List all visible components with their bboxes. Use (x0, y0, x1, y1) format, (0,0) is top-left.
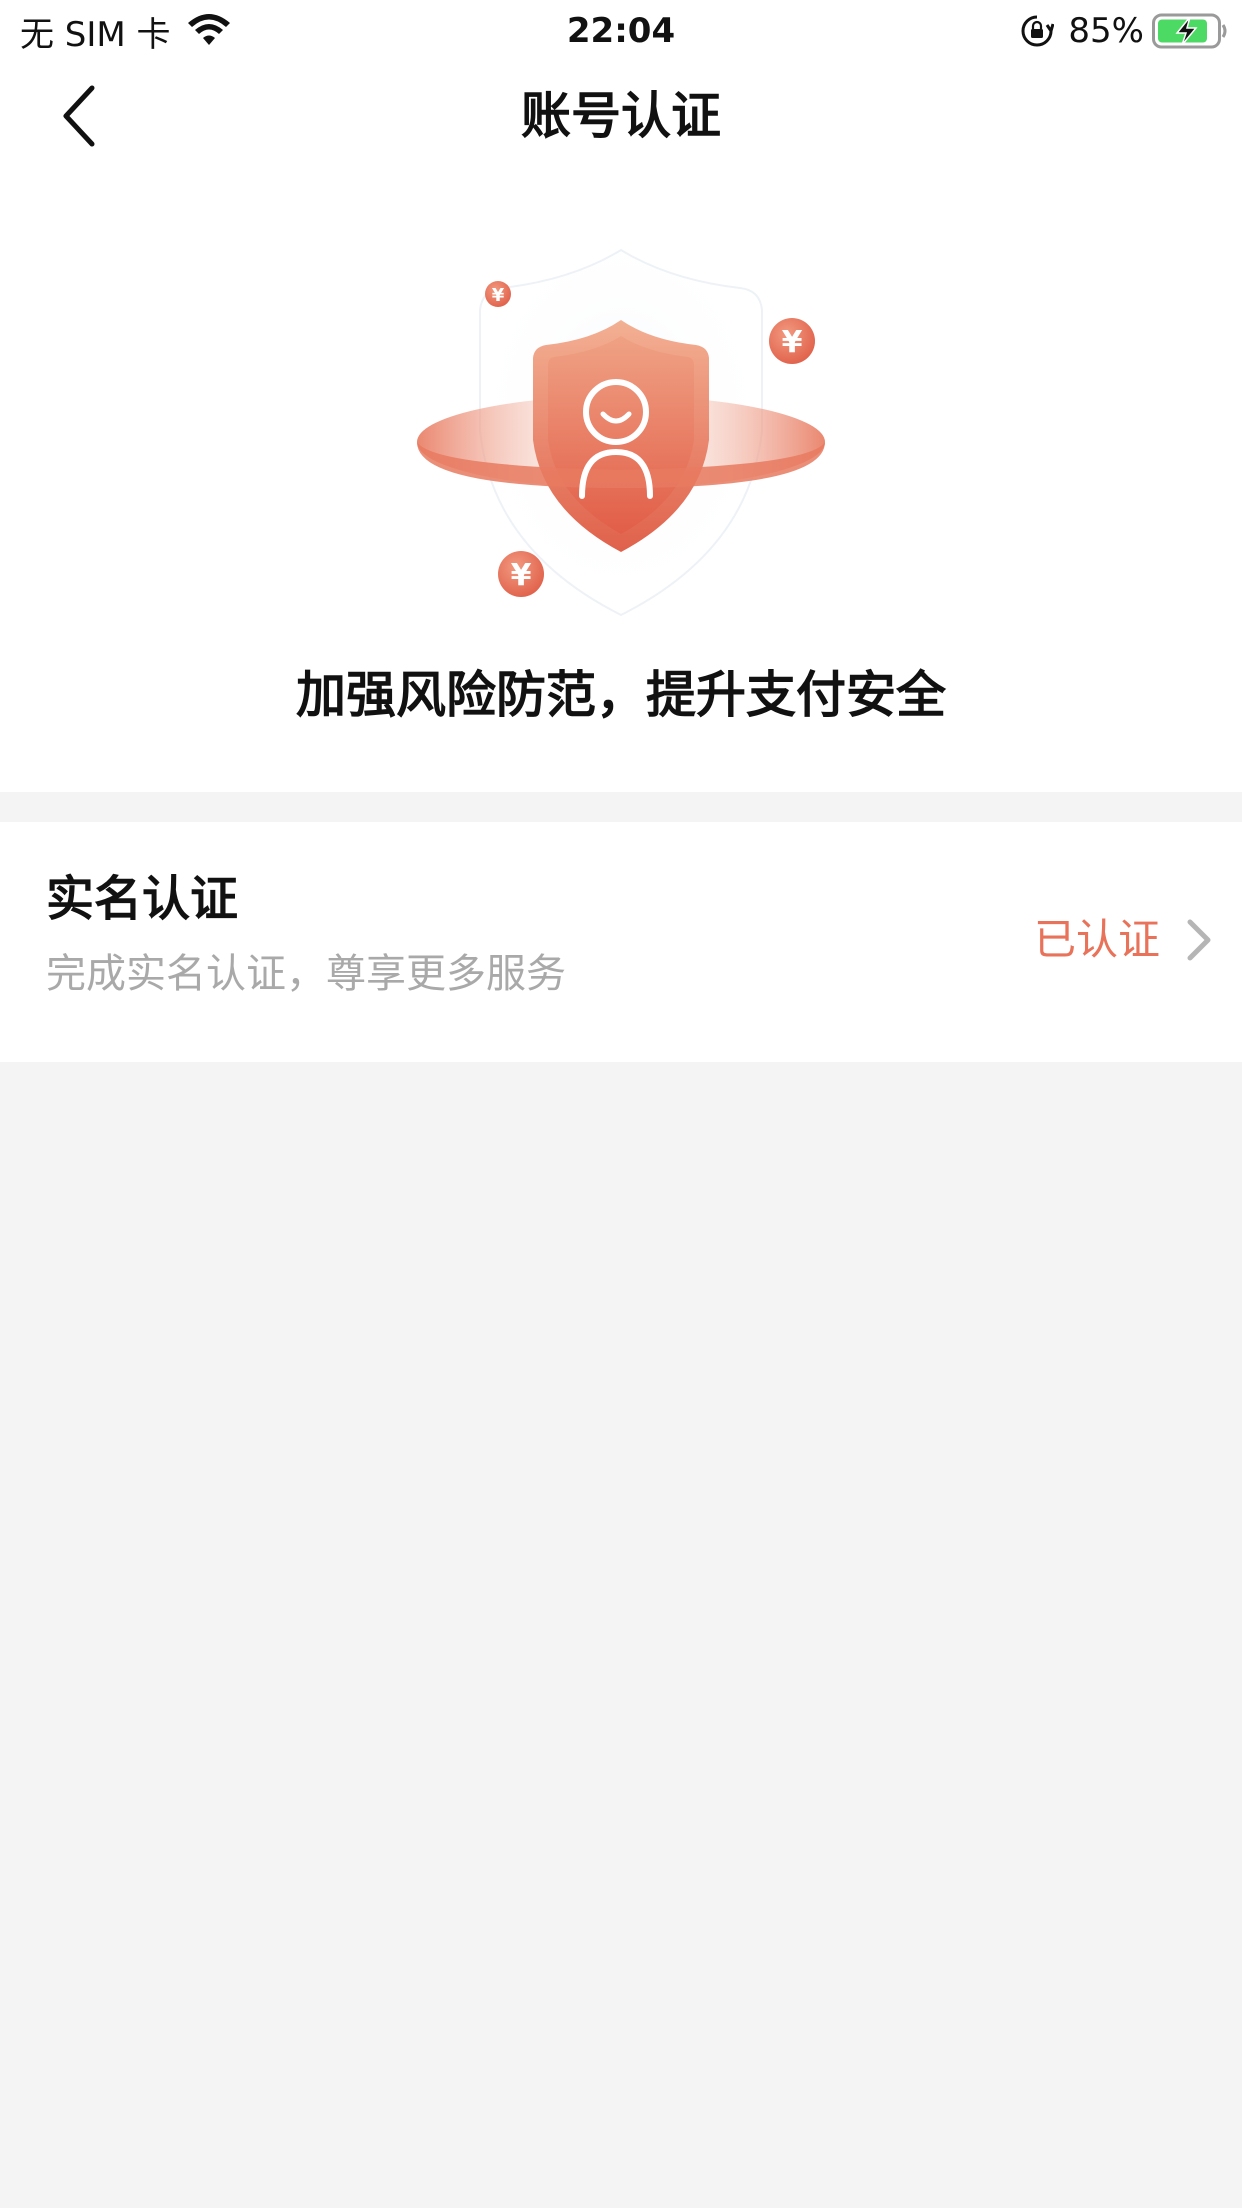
coin-icon: ¥ (498, 551, 544, 597)
coin-icon: ¥ (485, 281, 511, 307)
security-shield-illustration: ¥ ¥ ¥ (417, 248, 825, 617)
verification-subtitle: 完成实名认证，尊享更多服务 (46, 951, 566, 997)
coin-icon: ¥ (769, 318, 815, 364)
battery-percent: 85% (1068, 11, 1144, 51)
real-name-verification-row[interactable]: 实名认证 完成实名认证，尊享更多服务 已认证 (0, 822, 1242, 1062)
verification-status: 已认证 (1033, 915, 1160, 964)
rotation-lock-icon (1021, 15, 1055, 47)
svg-text:¥: ¥ (492, 285, 505, 306)
page-title: 账号认证 (521, 87, 721, 145)
navigation-bar: 账号认证 (0, 62, 1242, 170)
verification-title: 实名认证 (46, 871, 239, 927)
hero-slogan: 加强风险防范，提升支付安全 (296, 666, 946, 724)
status-right: 85% (1020, 8, 1228, 54)
svg-text:¥: ¥ (782, 325, 803, 360)
svg-text:¥: ¥ (511, 558, 532, 593)
status-bar: 无 SIM 卡 22:04 85% (0, 0, 1242, 62)
battery-charging-icon (1152, 13, 1227, 49)
header-section: 无 SIM 卡 22:04 85% 账号认证 ¥ ¥ ¥ 加强风险防范，提升支付… (0, 0, 1242, 792)
chevron-right-icon (1187, 919, 1211, 961)
